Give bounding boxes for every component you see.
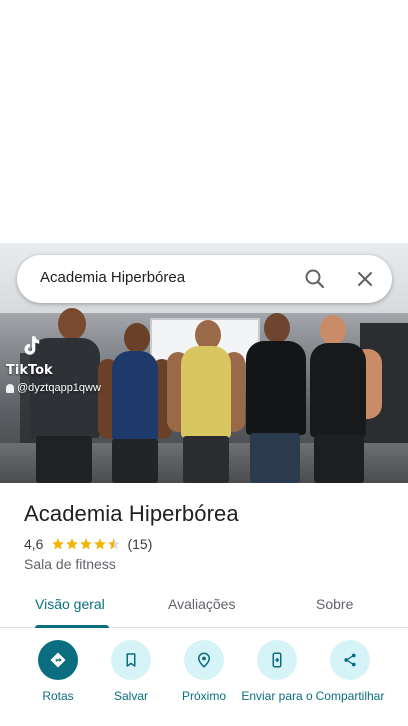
place-tabs: Visão geral Avaliações Sobre: [0, 586, 408, 628]
photo-person: [165, 320, 245, 483]
user-icon: [6, 383, 14, 393]
search-icon[interactable]: [303, 267, 327, 291]
nearby-button[interactable]: Próximo: [164, 640, 244, 703]
directions-label: Rotas: [42, 689, 74, 703]
search-bar[interactable]: Academia Hiperbórea: [17, 255, 392, 303]
rating-value: 4,6: [24, 536, 44, 552]
place-title: Academia Hiperbórea: [24, 501, 239, 526]
share-button[interactable]: Compartilhar: [310, 640, 390, 703]
star-full-icon: [66, 538, 79, 550]
nearby-icon[interactable]: [184, 640, 224, 680]
directions-button[interactable]: Rotas: [18, 640, 98, 703]
active-tab-indicator: [35, 625, 109, 628]
tiktok-username: @dyztqapp1qww: [17, 382, 101, 394]
photo-person: [98, 323, 172, 483]
share-icon[interactable]: [330, 640, 370, 680]
send-to-phone-button[interactable]: Enviar para o: [237, 640, 317, 703]
star-full-icon: [52, 538, 65, 550]
send-to-phone-label: Enviar para o: [241, 689, 313, 703]
map-blank-area: [0, 0, 408, 243]
share-label: Compartilhar: [315, 689, 385, 703]
rating-row[interactable]: 4,6 (15): [24, 536, 152, 552]
tab-overview[interactable]: Visão geral: [35, 596, 105, 612]
star-rating: [51, 537, 121, 551]
star-full-icon: [80, 538, 93, 550]
tab-about[interactable]: Sobre: [316, 596, 353, 612]
tab-reviews[interactable]: Avaliações: [168, 596, 235, 612]
save-button[interactable]: Salvar: [91, 640, 171, 703]
review-count[interactable]: (15): [127, 536, 152, 552]
tiktok-brand-text: TikTok: [6, 363, 53, 378]
save-label: Salvar: [113, 689, 148, 703]
photo-person: [300, 315, 386, 483]
search-query-text[interactable]: Academia Hiperbórea: [40, 269, 185, 286]
directions-icon[interactable]: [38, 640, 78, 680]
send-to-phone-icon[interactable]: [257, 640, 297, 680]
nearby-label: Próximo: [181, 689, 226, 703]
tiktok-logo-icon: [24, 336, 40, 355]
tiktok-user-handle: @dyztqapp1qww: [6, 382, 101, 394]
tiktok-watermark: TikTok @dyztqapp1qww: [6, 333, 101, 394]
star-half-icon: [108, 538, 121, 550]
action-bar: Rotas Salvar Próximo Enviar para o Compa…: [0, 640, 408, 726]
place-category: Sala de fitness: [24, 556, 116, 572]
close-icon[interactable]: [353, 267, 377, 291]
bookmark-icon[interactable]: [111, 640, 151, 680]
star-full-icon: [94, 538, 107, 550]
